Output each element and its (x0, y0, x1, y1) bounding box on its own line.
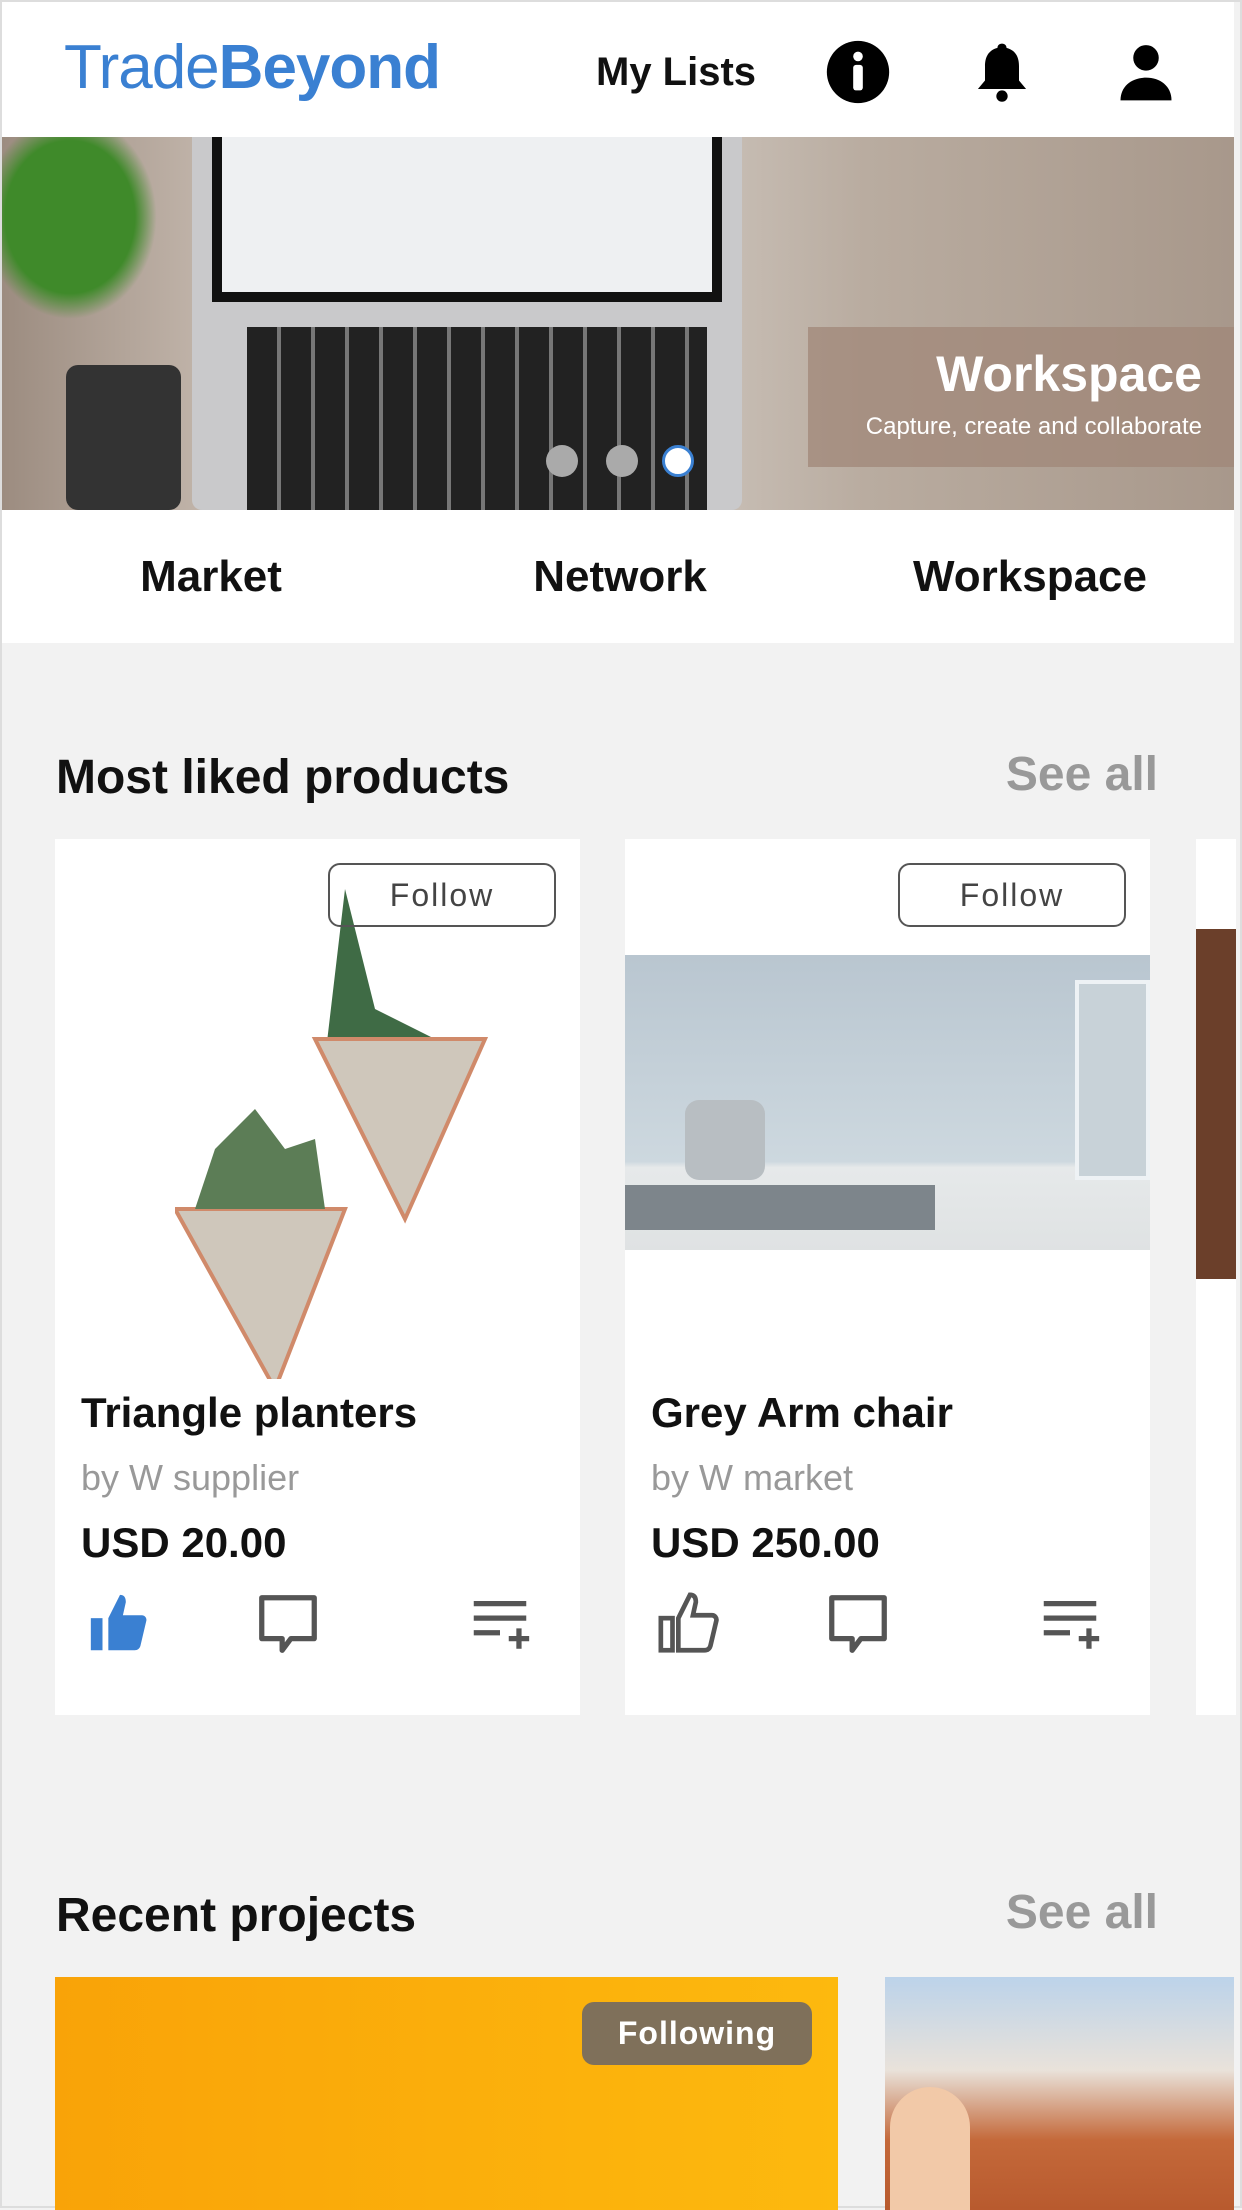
hero-title: Workspace (936, 346, 1202, 402)
info-icon[interactable] (824, 38, 892, 106)
bell-icon[interactable] (968, 38, 1036, 106)
carousel-dot-1[interactable] (546, 445, 578, 477)
product-card[interactable]: Follow Triangle planters by W supplier U… (55, 839, 580, 1715)
tab-workspace[interactable]: Workspace (913, 552, 1147, 602)
hero-subtitle: Capture, create and collaborate (865, 413, 1202, 440)
carousel-dot-3-active[interactable] (662, 445, 694, 477)
product-card[interactable]: Follow Grey Arm chair by W market USD 25… (625, 839, 1150, 1715)
project-card[interactable]: Following (55, 1977, 838, 2210)
product-image-grey-arm-chair (625, 955, 1150, 1250)
logo[interactable]: TradeBeyond (64, 32, 441, 103)
hero-image-screen (212, 137, 722, 302)
app-header: TradeBeyond My Lists (2, 2, 1234, 137)
add-to-list-icon[interactable] (1035, 1589, 1105, 1659)
logo-light: Trade (64, 33, 220, 102)
product-price: USD 250.00 (651, 1519, 880, 1566)
hero-image-plant (2, 137, 172, 337)
follow-button[interactable]: Follow (328, 863, 556, 927)
product-image-triangle-planters (175, 889, 489, 1379)
product-name[interactable]: Triangle planters (81, 1389, 417, 1437)
section-tabs: Market Network Workspace (2, 510, 1234, 643)
tab-network[interactable]: Network (533, 552, 707, 602)
hero-image-keyboard (247, 327, 707, 510)
follow-button[interactable]: Follow (898, 863, 1126, 927)
comment-icon[interactable] (253, 1589, 323, 1659)
hero-carousel[interactable]: Workspace Capture, create and collaborat… (2, 137, 1234, 510)
recent-projects-see-all[interactable]: See all (1006, 1885, 1158, 1940)
product-card-partial[interactable] (1196, 839, 1236, 1715)
thumbs-up-outline-icon[interactable] (655, 1589, 725, 1659)
product-name[interactable]: Grey Arm chair (651, 1389, 953, 1437)
most-liked-see-all[interactable]: See all (1006, 747, 1158, 802)
most-liked-title: Most liked products (56, 751, 510, 804)
add-to-list-icon[interactable] (465, 1589, 535, 1659)
hero-image-phone (66, 365, 181, 510)
product-seller[interactable]: by W market (651, 1457, 853, 1499)
my-lists-link[interactable]: My Lists (596, 50, 756, 95)
user-icon[interactable] (1112, 38, 1180, 106)
hero-caption: Workspace Capture, create and collaborat… (808, 327, 1234, 467)
comment-icon[interactable] (823, 1589, 893, 1659)
thumbs-up-filled-icon[interactable] (85, 1589, 155, 1659)
carousel-dot-2[interactable] (606, 445, 638, 477)
project-card-partial[interactable] (885, 1977, 1234, 2210)
logo-bold: Beyond (218, 33, 441, 102)
recent-projects-title: Recent projects (56, 1889, 417, 1942)
product-price: USD 20.00 (81, 1519, 287, 1566)
tab-market[interactable]: Market (140, 552, 282, 602)
product-seller[interactable]: by W supplier (81, 1457, 299, 1499)
following-badge[interactable]: Following (582, 2002, 812, 2065)
